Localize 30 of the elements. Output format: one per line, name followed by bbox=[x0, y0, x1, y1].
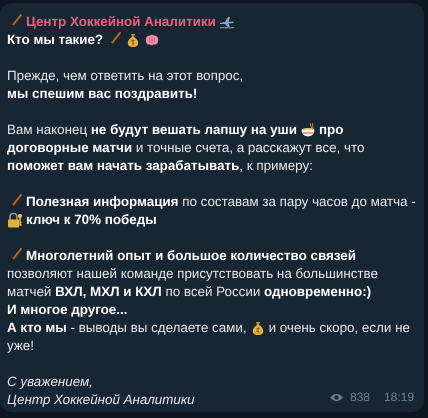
hockey-stick-icon bbox=[7, 248, 23, 264]
message-text: уже! bbox=[7, 337, 34, 355]
message-text: А кто мы - выводы вы сделаете сами, bbox=[7, 319, 247, 337]
views-icon bbox=[328, 392, 344, 402]
message-text: Кто мы такие? bbox=[7, 31, 104, 49]
message-text: мы спешим вас поздравить! bbox=[7, 85, 198, 103]
message-text: И многое другое... bbox=[7, 301, 128, 319]
view-count: 838 bbox=[350, 390, 370, 404]
message-text: позволяют нашей команде присутствовать на большинстве bbox=[7, 265, 378, 283]
sender-name[interactable]: Центр Хоккейной Аналитики bbox=[26, 13, 216, 31]
hockey-stick-icon bbox=[106, 32, 122, 48]
hockey-stick-icon bbox=[7, 194, 23, 210]
message-text: про bbox=[318, 121, 344, 139]
message-text: матчей ВХЛ, МХЛ и КХЛ по всей России одновременно:) bbox=[7, 283, 372, 301]
message-text: Полезная информация по составам за пару часов до матча - bbox=[26, 193, 416, 211]
hockey-stick-icon bbox=[7, 14, 23, 30]
message-text: С уважением, bbox=[7, 373, 93, 391]
message-text: Центр Хоккейной Аналитики bbox=[7, 391, 195, 409]
message-text: Многолетний опыт и большое количество связей bbox=[26, 247, 356, 265]
noodle-bowl-icon bbox=[300, 122, 316, 138]
brain-icon bbox=[144, 32, 160, 48]
message-text: ключ к 70% победы bbox=[26, 211, 157, 229]
message-text: договорные матчи и точные счета, а расскажут все, что bbox=[7, 139, 364, 157]
message-text: Прежде, чем ответить на этот вопрос, bbox=[7, 67, 244, 85]
message-text: и очень скоро, если не bbox=[268, 319, 410, 337]
airplane-icon bbox=[218, 14, 235, 30]
message-text: Вам наконец не будут вешать лапшу на уши bbox=[7, 121, 297, 139]
lock-key-icon bbox=[7, 212, 23, 228]
message-time: 18:19 bbox=[384, 390, 414, 404]
message-text: поможет вам начать зарабатывать, к примеру: bbox=[7, 157, 313, 175]
